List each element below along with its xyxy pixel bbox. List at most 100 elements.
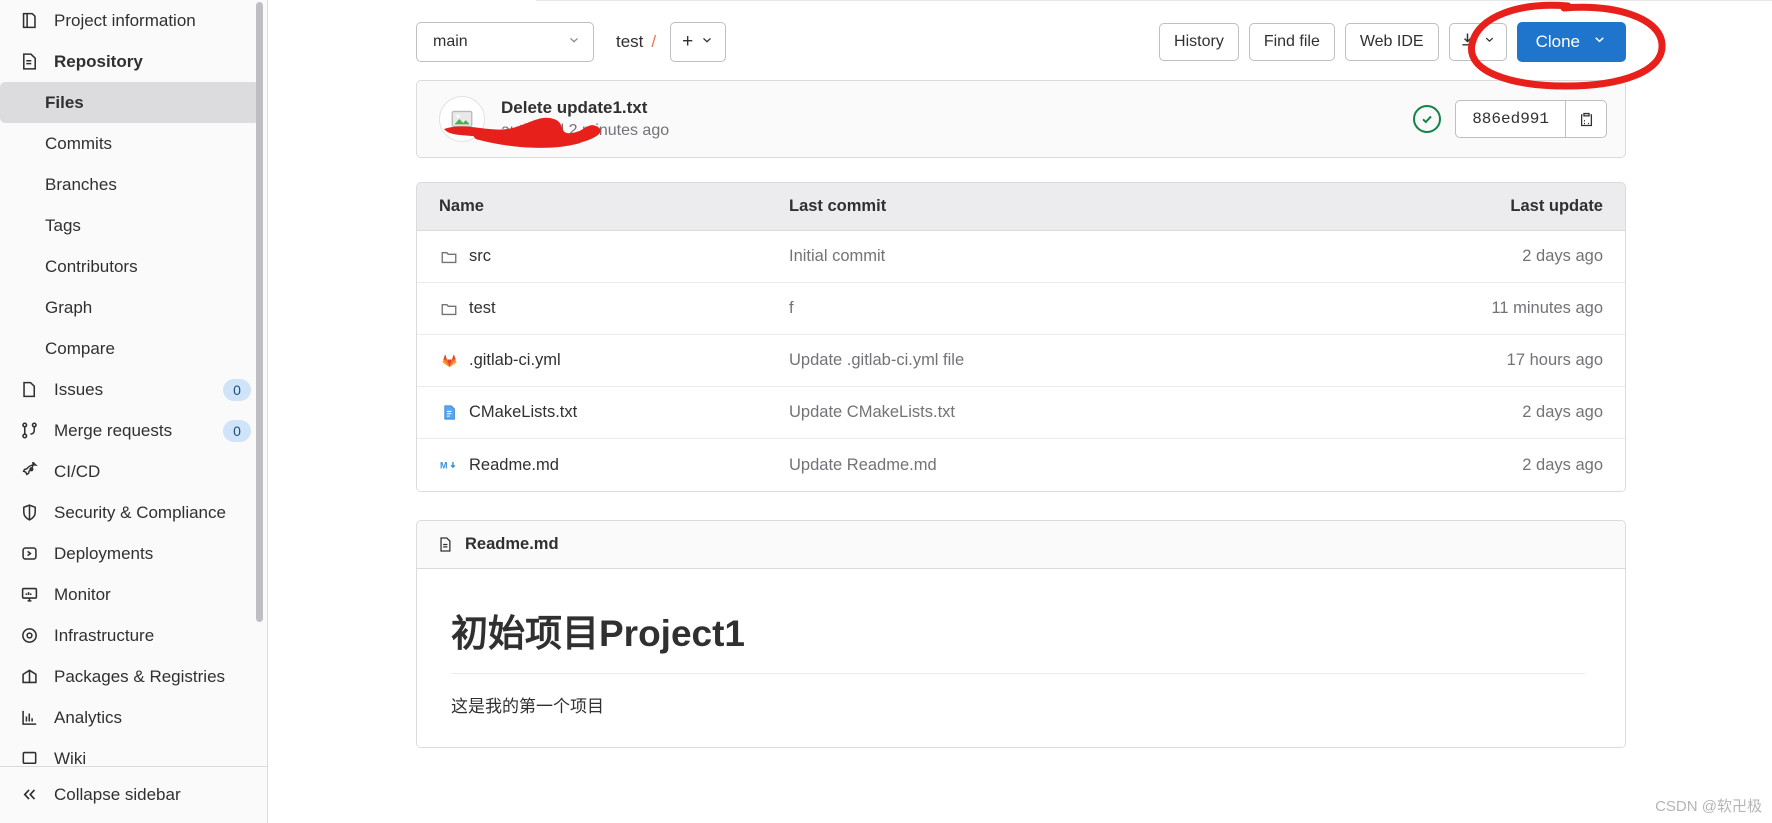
file-list-table: Name Last commit Last update src Initial… [416, 182, 1626, 492]
file-last-commit[interactable]: Update Readme.md [789, 456, 1385, 475]
commit-actions: 886ed991 [1413, 100, 1607, 138]
clone-label: Clone [1535, 32, 1580, 51]
find-file-button[interactable]: Find file [1248, 23, 1335, 61]
file-name[interactable]: src [469, 247, 491, 266]
chevron-down-icon [700, 31, 714, 53]
sidebar-item-commits[interactable]: Commits [0, 123, 267, 164]
table-row[interactable]: M Readme.md Update Readme.md 2 days ago [417, 439, 1625, 491]
shield-icon [18, 502, 40, 524]
commit-title[interactable]: Delete update1.txt [501, 98, 669, 118]
history-label: History [1174, 33, 1224, 50]
sidebar-item-files[interactable]: Files [0, 82, 259, 123]
sidebar-item-monitor[interactable]: Monitor [0, 574, 267, 615]
sidebar-item-packages-registries[interactable]: Packages & Registries [0, 656, 267, 697]
breadcrumb-separator: / [651, 32, 657, 51]
sidebar-item-contributors[interactable]: Contributors [0, 246, 267, 287]
file-last-commit[interactable]: Update .gitlab-ci.yml file [789, 351, 1385, 370]
chevron-double-left-icon [18, 785, 40, 804]
history-button[interactable]: History [1159, 23, 1239, 61]
watermark: CSDN @软卍极 [1655, 798, 1762, 815]
readme-panel-header: Readme.md [417, 521, 1625, 569]
monitor-icon [18, 584, 40, 606]
sidebar-item-label: Branches [45, 174, 117, 194]
readme-content: 初始项目Project1 这是我的第一个项目 [417, 569, 1625, 747]
breadcrumb-path[interactable]: test [616, 32, 643, 52]
file-last-commit[interactable]: Initial commit [789, 247, 1385, 266]
pipeline-status-passed-icon[interactable] [1413, 105, 1442, 133]
file-name[interactable]: .gitlab-ci.yml [469, 351, 561, 370]
sidebar-item-project-information[interactable]: Project information [0, 0, 267, 41]
deployments-icon [18, 543, 40, 565]
add-to-repository-button[interactable]: + [670, 22, 727, 62]
sidebar-item-deployments[interactable]: Deployments [0, 533, 267, 574]
web-ide-label: Web IDE [1359, 33, 1424, 50]
file-last-update: 2 days ago [1522, 455, 1603, 474]
chevron-down-icon [567, 33, 581, 52]
table-row[interactable]: test f 11 minutes ago [417, 283, 1625, 335]
sidebar-item-label: Monitor [54, 584, 111, 604]
sidebar-item-label: Project information [54, 10, 196, 30]
sidebar-item-analytics[interactable]: Analytics [0, 697, 267, 738]
table-row[interactable]: CMakeLists.txt Update CMakeLists.txt 2 d… [417, 387, 1625, 439]
sidebar-scrollbar-thumb[interactable] [256, 2, 263, 622]
branch-selector[interactable]: main [416, 22, 594, 62]
sidebar-item-repository[interactable]: Repository [0, 41, 267, 82]
file-last-update: 11 minutes ago [1491, 299, 1603, 317]
package-icon [18, 666, 40, 688]
issues-count-badge: 0 [223, 378, 251, 401]
collapse-sidebar-button[interactable]: Collapse sidebar [0, 765, 267, 823]
column-header-last-update: Last update [1510, 197, 1603, 215]
sidebar-item-label: Issues [54, 379, 104, 399]
document-icon [435, 535, 455, 555]
file-name[interactable]: CMakeLists.txt [469, 403, 577, 422]
web-ide-button[interactable]: Web IDE [1344, 23, 1439, 61]
sidebar-item-infrastructure[interactable]: Infrastructure [0, 615, 267, 656]
clone-button[interactable]: Clone [1516, 22, 1626, 62]
download-button[interactable] [1448, 23, 1507, 61]
sidebar-item-label: Merge requests [54, 420, 173, 440]
sidebar-item-label: Infrastructure [54, 625, 155, 645]
sidebar-item-branches[interactable]: Branches [0, 164, 267, 205]
svg-text:M: M [440, 460, 448, 470]
sidebar-item-wiki[interactable]: Wiki [0, 738, 267, 766]
wiki-icon [18, 748, 40, 766]
sidebar-item-security-compliance[interactable]: Security & Compliance [0, 492, 267, 533]
gitlab-repository-page: Project information Repository Files Com… [0, 0, 1772, 823]
sidebar-scrollbar[interactable] [256, 0, 265, 660]
sidebar-item-label: Deployments [54, 543, 154, 563]
table-row[interactable]: .gitlab-ci.yml Update .gitlab-ci.yml fil… [417, 335, 1625, 387]
plus-icon: + [682, 31, 694, 52]
commit-sha[interactable]: 886ed991 [1455, 100, 1565, 138]
branch-selector-value: main [433, 33, 468, 50]
file-name[interactable]: test [469, 299, 496, 318]
sidebar-item-tags[interactable]: Tags [0, 205, 267, 246]
sidebar-item-ci-cd[interactable]: CI/CD [0, 451, 267, 492]
table-row[interactable]: src Initial commit 2 days ago [417, 231, 1625, 283]
sidebar-item-graph[interactable]: Graph [0, 287, 267, 328]
file-name-cell: test [417, 299, 789, 319]
top-divider [536, 0, 1772, 1]
sidebar-item-label: Tags [45, 215, 81, 235]
file-last-commit[interactable]: Update CMakeLists.txt [789, 403, 1385, 422]
sidebar-item-label: Security & Compliance [54, 502, 226, 522]
copy-sha-button[interactable] [1565, 100, 1607, 138]
sidebar-item-merge-requests[interactable]: Merge requests 0 [0, 410, 267, 451]
sidebar-item-label: Compare [45, 338, 115, 358]
issues-icon [18, 379, 40, 401]
find-file-label: Find file [1263, 33, 1320, 50]
file-name[interactable]: Readme.md [469, 456, 559, 475]
sidebar-item-issues[interactable]: Issues 0 [0, 369, 267, 410]
file-last-commit[interactable]: f [789, 299, 1385, 318]
infrastructure-icon [18, 625, 40, 647]
sidebar-item-label: Commits [45, 133, 113, 153]
sidebar-item-label: Wiki [54, 748, 87, 766]
collapse-sidebar-label: Collapse sidebar [54, 784, 181, 804]
sidebar-item-compare[interactable]: Compare [0, 328, 267, 369]
breadcrumb: test / [616, 32, 656, 52]
file-last-update: 17 hours ago [1506, 351, 1603, 369]
chevron-down-icon [1592, 32, 1607, 52]
folder-icon [439, 247, 459, 267]
readme-filename[interactable]: Readme.md [465, 535, 559, 554]
readme-heading: 初始项目Project1 [451, 603, 1585, 674]
avatar[interactable] [439, 96, 485, 142]
